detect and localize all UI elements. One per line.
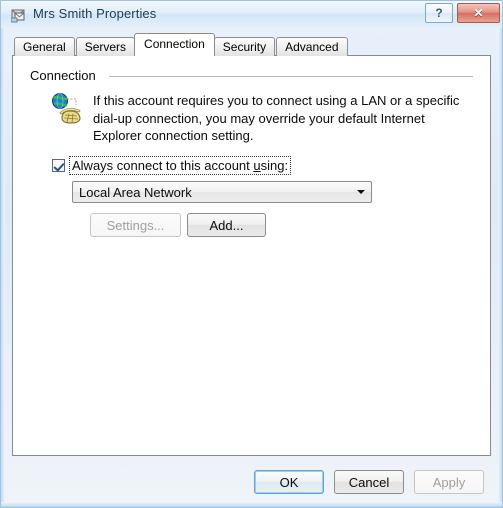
tab-security[interactable]: Security: [213, 37, 276, 56]
properties-dialog-window: Mrs Smith Properties ? ✕ General Servers…: [0, 0, 503, 508]
connection-combobox[interactable]: Local Area Network: [72, 181, 372, 203]
ok-button[interactable]: OK: [254, 470, 324, 494]
tab-label: Connection: [144, 37, 205, 51]
always-connect-checkbox[interactable]: [52, 159, 65, 172]
settings-button[interactable]: Settings...: [90, 213, 181, 237]
settings-button-label: Settings...: [106, 217, 165, 233]
add-button[interactable]: Add...: [187, 213, 266, 237]
connection-combobox-value: Local Area Network: [79, 184, 192, 200]
tab-general[interactable]: General: [14, 37, 75, 56]
tab-label: Servers: [84, 40, 127, 54]
cancel-button[interactable]: Cancel: [334, 470, 404, 494]
checkbox-label-text: Always connect to this account: [72, 158, 254, 173]
mail-account-icon: [11, 9, 25, 23]
title-bar[interactable]: Mrs Smith Properties ? ✕: [1, 1, 502, 28]
globe-telephone-dialup-icon: [52, 93, 81, 124]
connection-description: If this account requires you to connect …: [93, 93, 460, 143]
checkbox-label-accel: u: [253, 158, 261, 173]
cancel-button-label: Cancel: [348, 474, 390, 490]
apply-button-label: Apply: [432, 474, 466, 490]
window-frame-bottom: [0, 502, 503, 508]
tab-connection[interactable]: Connection: [134, 33, 215, 56]
always-connect-label[interactable]: Always connect to this account using:: [69, 156, 292, 175]
tab-strip: General Servers Connection Security Adva…: [14, 33, 349, 56]
help-button[interactable]: ?: [425, 3, 453, 23]
window-frame-right: [498, 0, 503, 508]
group-box-label: Connection: [30, 68, 103, 83]
close-x-icon: ✕: [473, 6, 484, 20]
tab-label: Security: [222, 40, 267, 54]
window-title: Mrs Smith Properties: [33, 6, 157, 21]
group-box-divider: [109, 76, 473, 77]
tab-page-connection: Connection If this account requires you …: [12, 55, 491, 456]
tab-advanced[interactable]: Advanced: [276, 37, 348, 56]
always-connect-checkbox-row[interactable]: Always connect to this account using:: [52, 156, 292, 175]
chevron-down-icon[interactable]: [351, 182, 371, 202]
checkbox-label-tail: sing:: [260, 158, 289, 173]
question-mark-icon: ?: [435, 6, 443, 20]
tab-servers[interactable]: Servers: [75, 37, 136, 56]
apply-button[interactable]: Apply: [414, 470, 484, 494]
tab-label: General: [23, 40, 66, 54]
ok-button-label: OK: [279, 474, 299, 490]
window-frame-left: [0, 0, 5, 508]
add-button-label: Add...: [209, 217, 244, 233]
tab-label: Advanced: [285, 40, 339, 54]
connection-group-box: Connection If this account requires you …: [30, 68, 473, 243]
close-button[interactable]: ✕: [457, 3, 500, 23]
